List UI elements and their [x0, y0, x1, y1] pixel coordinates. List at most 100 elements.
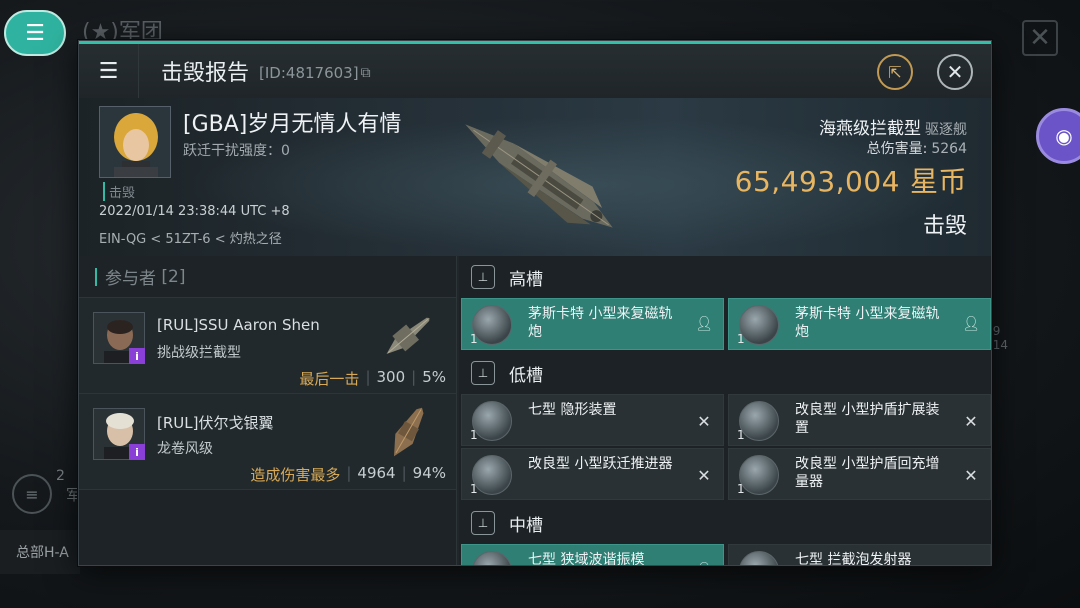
railgun-icon	[739, 305, 779, 345]
background-menu-button[interactable]: ☰	[4, 10, 66, 56]
participants-header: 参与者 [2]	[79, 256, 456, 298]
cloak-icon	[472, 401, 512, 441]
module-card[interactable]: 1 七型 拦截泡发射器 ✕	[728, 544, 991, 566]
module-qty: 1	[737, 332, 745, 346]
x-icon: ✕	[964, 412, 978, 431]
module-qty: 1	[470, 332, 478, 346]
afterburner-icon	[472, 455, 512, 495]
background-bottom-label: 总部H-A	[0, 530, 80, 574]
share-icon: ⇱	[888, 62, 902, 82]
module-name: 改良型 小型护盾扩展装置	[795, 402, 940, 436]
kill-report-panel: ☰ 击毁报告 [ID:4817603] ⧉ ⇱ ✕ [GBA]岁月无情人有情 跃…	[78, 40, 992, 566]
participant-ship: 龙卷风级	[157, 441, 213, 457]
ship-class: 驱逐舰	[925, 122, 967, 138]
participant-ship-image	[386, 317, 430, 354]
close-button[interactable]: ✕	[937, 54, 973, 90]
participant-row[interactable]: i [RUL]SSU Aaron Shen 挑战级拦截型 最后一击 | 300 …	[79, 298, 456, 394]
x-icon: ✕	[964, 466, 978, 485]
x-icon: ✕	[962, 562, 980, 565]
pilot-icon: 👤︎	[962, 316, 980, 332]
background-side-numbers: 9 14	[992, 324, 1008, 352]
participant-name[interactable]: [RUL]伏尔戈银翼	[157, 412, 273, 433]
slot-icon: ⊥	[471, 265, 495, 289]
participant-name[interactable]: [RUL]SSU Aaron Shen	[157, 316, 320, 334]
module-name: 改良型 小型跃迁推进器	[528, 456, 673, 472]
background-round-button[interactable]: ≡	[12, 474, 52, 514]
module-name: 七型 拦截泡发射器	[795, 552, 912, 566]
module-qty: 1	[737, 428, 745, 442]
scrambler-icon	[472, 551, 512, 565]
module-card[interactable]: 1 七型 隐形装置 ✕	[461, 394, 724, 446]
total-damage-value: 5264	[931, 141, 967, 157]
module-name: 茅斯卡特 小型来复磁轨炮	[795, 306, 940, 340]
total-damage: 总伤害量: 5264	[866, 141, 967, 157]
x-icon: ✕	[697, 412, 711, 431]
railgun-icon	[472, 305, 512, 345]
camera-icon: ◉	[1055, 124, 1073, 148]
warp-disrupt-strength: 跃迁干扰强度：0	[183, 143, 290, 159]
copy-icon[interactable]: ⧉	[361, 65, 371, 81]
low-slot-row: 1 七型 隐形装置 ✕ 1 改良型 小型护盾扩展装置 ✕	[459, 394, 991, 446]
background-close-button[interactable]: ✕	[1022, 20, 1058, 56]
participants-panel: 参与者 [2] i [RUL]SSU Aaron Shen 挑战级拦截型 最后一…	[79, 256, 457, 565]
victim-avatar[interactable]	[99, 106, 171, 178]
victim-name[interactable]: [GBA]岁月无情人有情	[183, 106, 401, 138]
ship-name: 海燕级拦截型	[819, 119, 921, 139]
corp-badge: i	[129, 444, 145, 460]
shield-extender-icon	[739, 401, 779, 441]
module-card[interactable]: 1 茅斯卡特 小型来复磁轨炮 👤︎	[728, 298, 991, 350]
module-name: 改良型 小型护盾回充增量器	[795, 456, 940, 490]
report-id[interactable]: [ID:4817603]	[259, 64, 359, 82]
participant-damage: 300	[376, 368, 406, 386]
pilot-icon: 👤︎	[695, 316, 713, 332]
camera-button[interactable]: ◉	[1036, 108, 1080, 164]
kill-result: 击毁	[922, 214, 967, 239]
participant-ship: 挑战级拦截型	[157, 345, 241, 361]
module-card[interactable]: 1 改良型 小型护盾扩展装置 ✕	[728, 394, 991, 446]
module-card[interactable]: 1 茅斯卡特 小型来复磁轨炮 👤︎	[461, 298, 724, 350]
participant-damage: 4964	[357, 464, 396, 482]
menu-icon: ≡	[25, 484, 39, 504]
participants-count: [2]	[161, 266, 186, 287]
low-slot-row: 1 改良型 小型跃迁推进器 ✕ 1 改良型 小型护盾回充增量器 ✕	[459, 448, 991, 500]
participant-percent: 94%	[412, 464, 446, 482]
title-bar: ☰ 击毁报告 [ID:4817603] ⧉ ⇱ ✕	[79, 44, 991, 98]
fittings-panel: ⊥ 高槽 1 茅斯卡特 小型来复磁轨炮 👤︎ 1 茅斯卡特 小型来复磁轨炮 👤︎…	[459, 256, 991, 566]
victim-ship-type: 海燕级拦截型 驱逐舰	[819, 114, 967, 139]
background-badge-count: 2	[56, 468, 65, 484]
isk-amount: 65,493,004	[734, 165, 900, 198]
module-card[interactable]: 1 改良型 小型护盾回充增量器 ✕	[728, 448, 991, 500]
mid-slot-header: ⊥ 中槽	[459, 502, 991, 544]
low-slot-header: ⊥ 低槽	[459, 352, 991, 394]
participant-tag: 最后一击	[299, 370, 360, 388]
isk-unit: 星币	[909, 165, 967, 198]
pilot-icon: 👤︎	[695, 562, 713, 565]
module-qty: 1	[470, 428, 478, 442]
slot-icon: ⊥	[471, 511, 495, 535]
panel-menu-button[interactable]: ☰	[79, 44, 139, 98]
menu-icon: ☰	[98, 58, 119, 84]
module-name: 七型 隐形装置	[528, 402, 617, 418]
x-icon: ✕	[697, 466, 711, 485]
isk-value: 65,493,004 星币	[735, 160, 967, 200]
mid-slot-row: 1 七型 狭域波谐振模 👤︎ 1 七型 拦截泡发射器 ✕	[459, 544, 991, 566]
participant-stats: 造成伤害最多 | 4964 | 94%	[250, 464, 446, 484]
participant-row[interactable]: i [RUL]伏尔戈银翼 龙卷风级 造成伤害最多 | 4964 | 94%	[79, 394, 456, 490]
close-icon: ✕	[1029, 23, 1051, 53]
slot-icon: ⊥	[471, 361, 495, 385]
module-card[interactable]: 1 改良型 小型跃迁推进器 ✕	[461, 448, 724, 500]
participant-percent: 5%	[422, 368, 446, 386]
module-qty: 1	[737, 482, 745, 496]
module-name: 七型 狭域波谐振模	[528, 552, 645, 566]
kill-location[interactable]: EIN-QG < 51ZT-6 < 灼热之径	[99, 228, 282, 247]
module-name: 茅斯卡特 小型来复磁轨炮	[528, 306, 673, 340]
victim-ship-image	[465, 124, 613, 228]
corp-badge: i	[129, 348, 145, 364]
participant-tag: 造成伤害最多	[250, 466, 341, 484]
module-qty: 1	[470, 482, 478, 496]
share-button[interactable]: ⇱	[877, 54, 913, 90]
bubble-launcher-icon	[739, 551, 779, 565]
high-slot-row: 1 茅斯卡特 小型来复磁轨炮 👤︎ 1 茅斯卡特 小型来复磁轨炮 👤︎	[459, 298, 991, 350]
module-card[interactable]: 1 七型 狭域波谐振模 👤︎	[461, 544, 724, 566]
menu-icon: ☰	[25, 20, 45, 46]
